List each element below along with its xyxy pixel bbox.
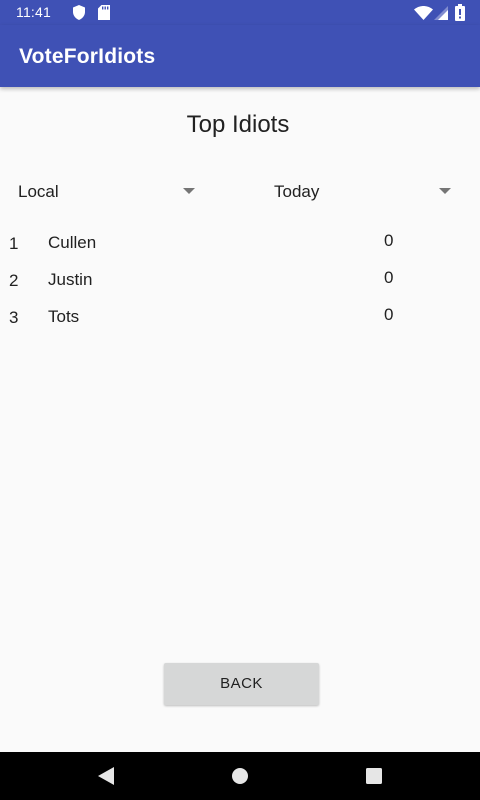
vote-count: 0: [384, 305, 394, 324]
recents-square-icon: [366, 768, 382, 784]
scope-spinner[interactable]: Local: [0, 175, 210, 209]
idiot-name: Cullen: [48, 233, 97, 252]
app-bar: VoteForIdiots: [0, 25, 480, 87]
list-item[interactable]: 2 Justin 0: [0, 264, 480, 301]
home-circle-icon: [232, 768, 248, 784]
dropdown-arrow-icon: [183, 188, 195, 194]
list-item[interactable]: 3 Tots 0: [0, 301, 480, 338]
period-spinner-value: Today: [274, 182, 320, 201]
vote-count: 0: [384, 268, 394, 287]
rank-number: 3: [9, 308, 19, 327]
sd-card-icon: [98, 5, 110, 20]
page-title: Top Idiots: [186, 111, 290, 138]
back-button[interactable]: BACK: [164, 663, 319, 705]
rankings-list: 1 Cullen 0 2 Justin 0 3 Tots 0: [0, 227, 480, 338]
vote-count: 0: [384, 231, 394, 250]
wifi-icon: [414, 6, 433, 20]
status-bar: 11:41: [0, 0, 480, 25]
rank-number: 1: [9, 234, 19, 253]
idiot-name: Justin: [48, 270, 93, 289]
nav-home-button[interactable]: [210, 752, 270, 800]
cell-signal-icon: [434, 6, 448, 20]
navigation-bar: [0, 752, 480, 800]
back-triangle-icon: [98, 767, 114, 785]
battery-icon: [455, 4, 465, 21]
shield-icon: [73, 5, 85, 20]
period-spinner[interactable]: Today: [256, 175, 470, 209]
nav-recents-button[interactable]: [344, 752, 404, 800]
scope-spinner-value: Local: [18, 182, 59, 201]
dropdown-arrow-icon: [439, 188, 451, 194]
app-title: VoteForIdiots: [19, 45, 156, 68]
list-item[interactable]: 1 Cullen 0: [0, 227, 480, 264]
idiot-name: Tots: [48, 307, 80, 326]
nav-back-button[interactable]: [76, 752, 136, 800]
status-time: 11:41: [16, 4, 51, 20]
rank-number: 2: [9, 271, 19, 290]
